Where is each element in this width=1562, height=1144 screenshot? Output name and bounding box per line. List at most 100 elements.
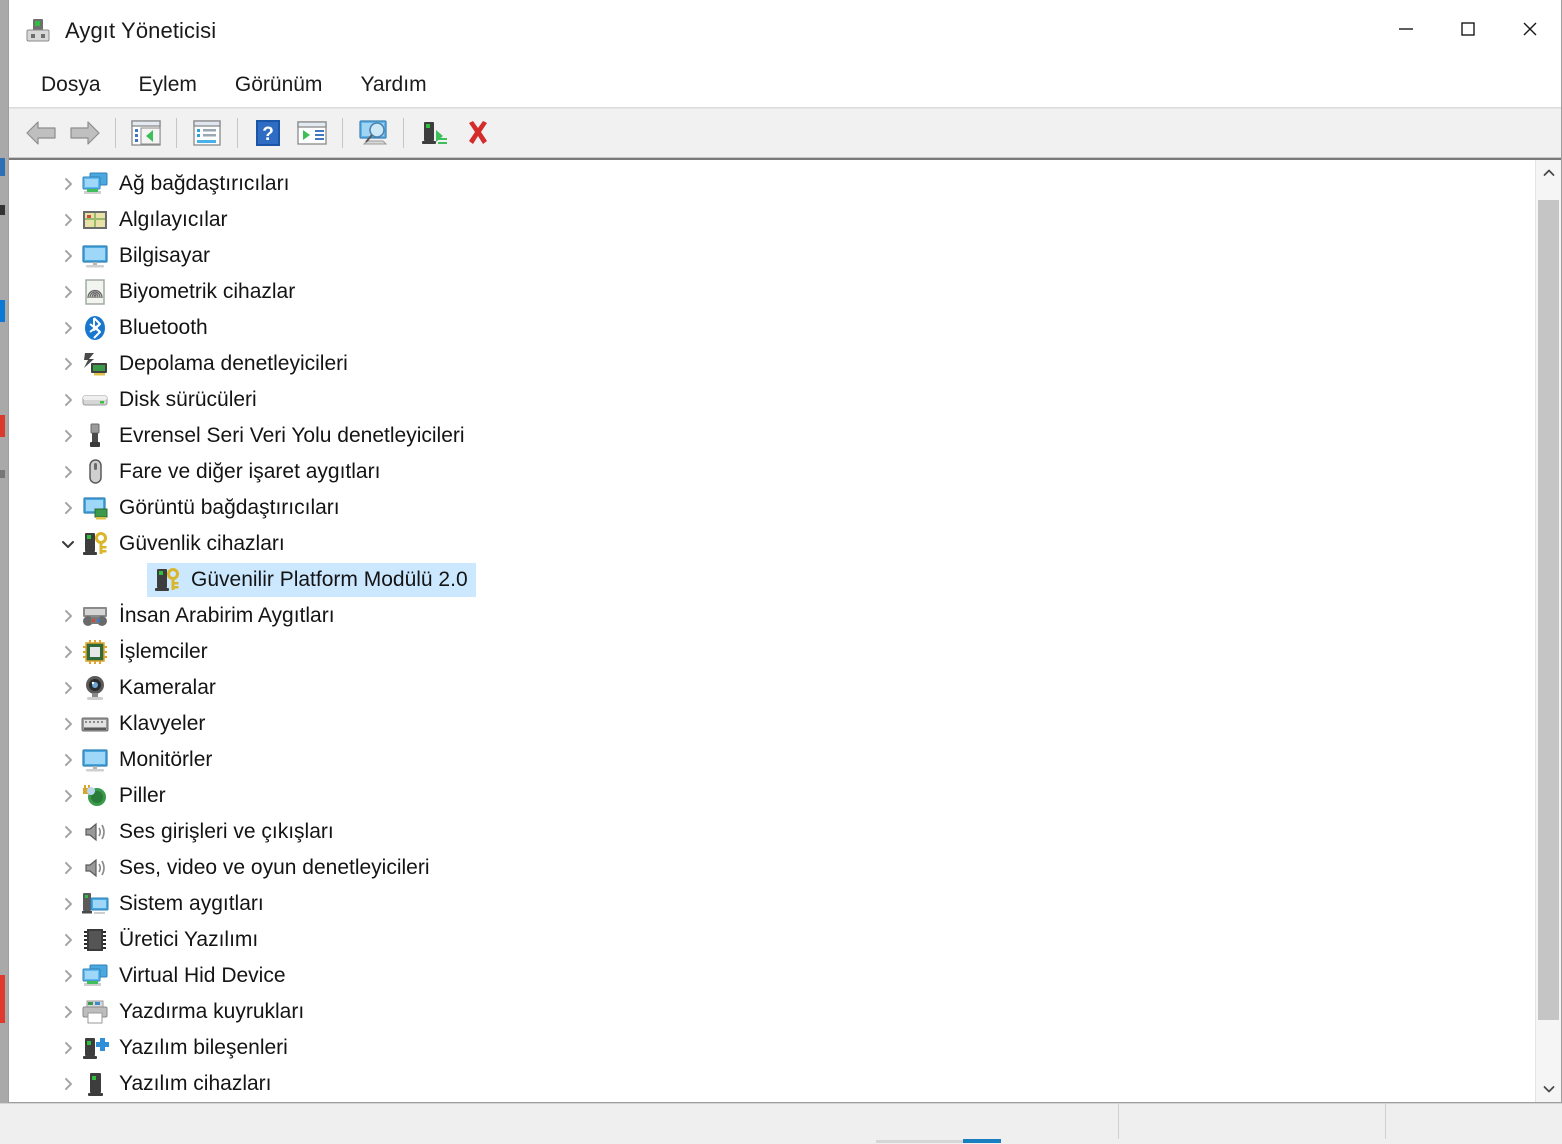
menu-gorunum[interactable]: Görünüm xyxy=(221,69,337,101)
tree-item-content[interactable]: İşlemciler xyxy=(81,635,216,669)
tree-item-content[interactable]: Monitörler xyxy=(81,743,220,777)
show-hide-console-tree-icon[interactable] xyxy=(124,113,168,153)
enable-device-icon[interactable] xyxy=(412,113,456,153)
tree-item-25[interactable]: Yazılım cihazları xyxy=(9,1066,1535,1102)
tree-item-16[interactable]: Monitörler xyxy=(9,742,1535,778)
tree-item-content[interactable]: Görüntü bağdaştırıcıları xyxy=(81,491,348,525)
scroll-thumb[interactable] xyxy=(1538,200,1559,1020)
chevron-right-icon[interactable] xyxy=(55,891,81,917)
tree-item-21[interactable]: Üretici Yazılımı xyxy=(9,922,1535,958)
tree-item-17[interactable]: Piller xyxy=(9,778,1535,814)
chevron-right-icon[interactable] xyxy=(55,207,81,233)
vertical-scrollbar[interactable] xyxy=(1535,160,1561,1102)
chevron-right-icon[interactable] xyxy=(55,495,81,521)
tree-item-content[interactable]: Sistem aygıtları xyxy=(81,887,272,921)
tree-item-content[interactable]: Güvenlik cihazları xyxy=(81,527,293,561)
help-icon[interactable]: ? xyxy=(246,113,290,153)
properties-icon[interactable] xyxy=(185,113,229,153)
chevron-right-icon[interactable] xyxy=(55,243,81,269)
tree-item-content[interactable]: Depolama denetleyicileri xyxy=(81,347,356,381)
chevron-right-icon[interactable] xyxy=(55,315,81,341)
scroll-down-button[interactable] xyxy=(1536,1076,1561,1102)
menu-yardim[interactable]: Yardım xyxy=(346,69,440,101)
chevron-right-icon[interactable] xyxy=(55,927,81,953)
scan-hardware-changes-icon[interactable] xyxy=(351,113,395,153)
tree-item-content[interactable]: Evrensel Seri Veri Yolu denetleyicileri xyxy=(81,419,473,453)
tree-item-content[interactable]: Yazılım cihazları xyxy=(81,1067,280,1101)
tree-item-14[interactable]: Kameralar xyxy=(9,670,1535,706)
chevron-right-icon[interactable] xyxy=(55,1035,81,1061)
tree-item-15[interactable]: Klavyeler xyxy=(9,706,1535,742)
tree-item-content[interactable]: Bluetooth xyxy=(81,311,216,345)
tree-item-content[interactable]: Klavyeler xyxy=(81,707,213,741)
chevron-right-icon[interactable] xyxy=(55,1071,81,1097)
tree-item-12[interactable]: İnsan Arabirim Aygıtları xyxy=(9,598,1535,634)
tree-item-8[interactable]: Fare ve diğer işaret aygıtları xyxy=(9,454,1535,490)
tree-item-18[interactable]: Ses girişleri ve çıkışları xyxy=(9,814,1535,850)
tree-item-content[interactable]: Ağ bağdaştırıcıları xyxy=(81,167,297,201)
back-arrow-icon[interactable] xyxy=(19,113,63,153)
close-button[interactable] xyxy=(1499,0,1561,58)
tree-item-content[interactable]: Disk sürücüleri xyxy=(81,383,265,417)
tree-item-content[interactable]: Bilgisayar xyxy=(81,239,218,273)
tree-item-content[interactable]: Üretici Yazılımı xyxy=(81,923,266,957)
chevron-right-icon[interactable] xyxy=(55,855,81,881)
maximize-button[interactable] xyxy=(1437,0,1499,58)
chevron-right-icon[interactable] xyxy=(55,639,81,665)
tree-item-11[interactable]: Güvenilir Platform Modülü 2.0 xyxy=(9,562,1535,598)
chevron-right-icon[interactable] xyxy=(55,783,81,809)
tree-item-19[interactable]: Ses, video ve oyun denetleyicileri xyxy=(9,850,1535,886)
tree-item-3[interactable]: Biyometrik cihazlar xyxy=(9,274,1535,310)
tree-item-content[interactable]: Biyometrik cihazlar xyxy=(81,275,303,309)
tree-item-content[interactable]: Yazılım bileşenleri xyxy=(81,1031,296,1065)
chevron-down-icon[interactable] xyxy=(55,531,81,557)
chevron-right-icon[interactable] xyxy=(55,279,81,305)
chevron-right-icon[interactable] xyxy=(55,819,81,845)
chevron-right-icon[interactable] xyxy=(55,171,81,197)
chevron-right-icon[interactable] xyxy=(55,675,81,701)
tree-item-content[interactable]: Algılayıcılar xyxy=(81,203,236,237)
tree-item-content[interactable]: Güvenilir Platform Modülü 2.0 xyxy=(147,563,476,597)
tree-item-content[interactable]: Fare ve diğer işaret aygıtları xyxy=(81,455,388,489)
tree-item-9[interactable]: Görüntü bağdaştırıcıları xyxy=(9,490,1535,526)
tree-item-7[interactable]: Evrensel Seri Veri Yolu denetleyicileri xyxy=(9,418,1535,454)
chevron-right-icon[interactable] xyxy=(55,747,81,773)
menu-dosya[interactable]: Dosya xyxy=(27,69,115,101)
scroll-up-button[interactable] xyxy=(1536,160,1561,186)
tree-item-label: Güvenilir Platform Modülü 2.0 xyxy=(191,568,468,591)
tree-item-24[interactable]: Yazılım bileşenleri xyxy=(9,1030,1535,1066)
menu-eylem[interactable]: Eylem xyxy=(125,69,211,101)
tree-item-4[interactable]: Bluetooth xyxy=(9,310,1535,346)
chevron-right-icon[interactable] xyxy=(55,351,81,377)
tree-item-10[interactable]: Güvenlik cihazları xyxy=(9,526,1535,562)
scroll-track[interactable] xyxy=(1536,186,1561,1076)
tree-item-23[interactable]: Yazdırma kuyrukları xyxy=(9,994,1535,1030)
chevron-right-icon[interactable] xyxy=(55,423,81,449)
tree-item-22[interactable]: Virtual Hid Device xyxy=(9,958,1535,994)
tree-item-content[interactable]: İnsan Arabirim Aygıtları xyxy=(81,599,343,633)
uninstall-device-icon[interactable] xyxy=(456,113,500,153)
chevron-right-icon[interactable] xyxy=(55,963,81,989)
device-tree[interactable]: Ağ bağdaştırıcıları Algılayıcılar Bilgisay… xyxy=(9,160,1535,1102)
tree-item-2[interactable]: Bilgisayar xyxy=(9,238,1535,274)
chevron-right-icon[interactable] xyxy=(55,999,81,1025)
tree-item-content[interactable]: Virtual Hid Device xyxy=(81,959,294,993)
chevron-right-icon[interactable] xyxy=(55,387,81,413)
tree-item-0[interactable]: Ağ bağdaştırıcıları xyxy=(9,166,1535,202)
tree-item-content[interactable]: Ses, video ve oyun denetleyicileri xyxy=(81,851,438,885)
forward-arrow-icon[interactable] xyxy=(63,113,107,153)
tree-item-content[interactable]: Piller xyxy=(81,779,174,813)
tree-item-content[interactable]: Yazdırma kuyrukları xyxy=(81,995,312,1029)
chevron-right-icon[interactable] xyxy=(55,711,81,737)
tree-item-13[interactable]: İşlemciler xyxy=(9,634,1535,670)
tree-item-20[interactable]: Sistem aygıtları xyxy=(9,886,1535,922)
tree-item-content[interactable]: Kameralar xyxy=(81,671,224,705)
chevron-right-icon[interactable] xyxy=(55,603,81,629)
minimize-button[interactable] xyxy=(1375,0,1437,58)
chevron-right-icon[interactable] xyxy=(55,459,81,485)
update-driver-icon[interactable] xyxy=(290,113,334,153)
tree-item-content[interactable]: Ses girişleri ve çıkışları xyxy=(81,815,342,849)
tree-item-6[interactable]: Disk sürücüleri xyxy=(9,382,1535,418)
tree-item-5[interactable]: Depolama denetleyicileri xyxy=(9,346,1535,382)
tree-item-1[interactable]: Algılayıcılar xyxy=(9,202,1535,238)
